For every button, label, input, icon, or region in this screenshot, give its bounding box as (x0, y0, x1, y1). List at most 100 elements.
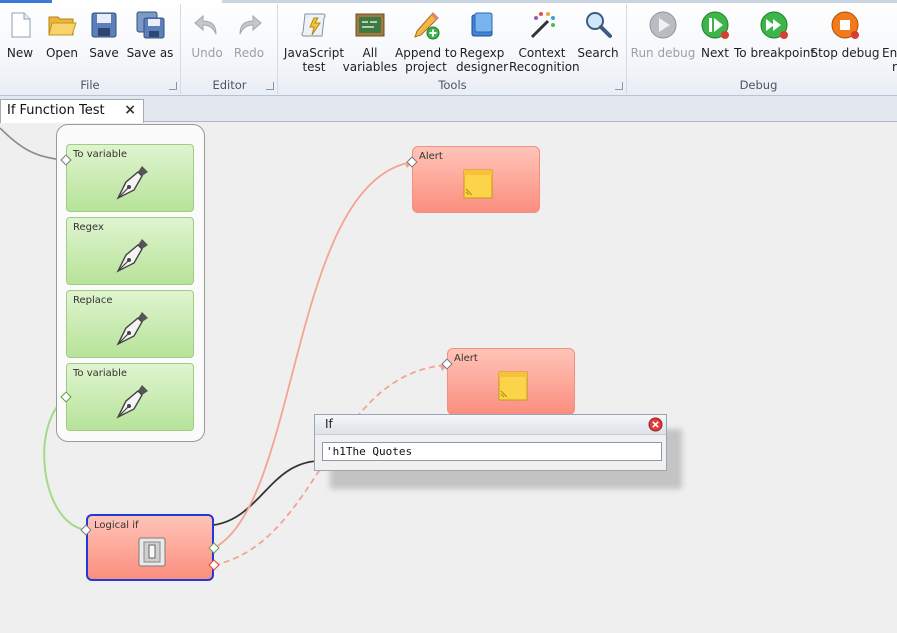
run-debug-button[interactable]: Run debug (631, 6, 695, 76)
node-title: Alert (454, 353, 478, 364)
run-debug-icon (649, 11, 677, 39)
context-label-line1: Context (518, 46, 566, 60)
to-breakpoint-button-label: To breakpoint (734, 46, 816, 60)
chalkboard-icon (355, 13, 385, 37)
wire-true-to-alert (213, 161, 413, 549)
new-document-icon (11, 12, 31, 38)
wire-to-if-dialog (213, 460, 319, 526)
redo-button[interactable]: Redo (232, 6, 266, 76)
save-as-button[interactable]: Save as (127, 6, 173, 76)
sticky-note-icon (463, 169, 493, 198)
pen-nib-icon (116, 239, 148, 273)
context-recognition-button[interactable]: Context Recognition (509, 6, 580, 76)
next-button-label: Next (701, 46, 729, 60)
ribbon-group-debug-label: Debug (739, 78, 778, 92)
tab-title: If Function Test (7, 103, 105, 118)
node-to-variable-1[interactable]: To variable (66, 144, 194, 212)
enter-label-line1: Ent (882, 46, 897, 60)
if-condition-dialog[interactable]: If 'h1The Quotes (314, 414, 667, 471)
ribbon-group-file: New Open Save Save as File (0, 4, 181, 94)
save-button[interactable]: Save (88, 6, 120, 76)
append-to-project-button[interactable]: Append to project (395, 6, 457, 76)
open-button[interactable]: Open (45, 6, 79, 76)
pencil-add-icon (414, 12, 440, 40)
save-button-label: Save (89, 46, 119, 60)
regexp-designer-button[interactable]: Regexp designer (456, 6, 508, 76)
ribbon-group-editor: Undo Redo Editor (182, 4, 278, 94)
enter-button-partial[interactable]: Ent r (880, 6, 897, 76)
regexp-label-line2: designer (455, 60, 509, 74)
context-label-line2: Recognition (509, 60, 580, 74)
regexp-label-line1: Regexp (459, 46, 505, 60)
workflow-canvas[interactable]: To variable Regex Replace To variable Lo… (0, 123, 897, 633)
regexp-designer-button-label: Regexp designer (453, 46, 511, 74)
append-label-line1: Append to (395, 46, 457, 60)
save-as-button-label: Save as (126, 46, 174, 60)
ribbon-group-file-label: File (80, 78, 100, 92)
node-logical-if[interactable]: Logical if (86, 514, 214, 581)
all-variables-button[interactable]: All variables (343, 6, 397, 76)
undo-button[interactable]: Undo (190, 6, 224, 76)
pen-nib-icon (116, 312, 148, 346)
stop-debug-button-label: Stop debug (810, 46, 880, 60)
node-to-variable-2[interactable]: To variable (66, 363, 194, 431)
run-debug-button-label: Run debug (630, 46, 696, 60)
if-dialog-header: If (315, 415, 666, 435)
ribbon-group-editor-label: Editor (212, 78, 247, 92)
stop-debug-button[interactable]: Stop debug (811, 6, 879, 76)
javascript-test-label-line1: JavaScript (283, 46, 345, 60)
blue-cube-icon (471, 12, 493, 37)
ribbon-group-tools-label: Tools (438, 78, 467, 92)
node-alert-1[interactable]: Alert (412, 146, 540, 213)
javascript-test-label-line2: test (302, 60, 326, 74)
ribbon-toolbar: New Open Save Save as File Undo Redo Edi… (0, 0, 897, 96)
node-title: Regex (73, 222, 104, 233)
new-button[interactable]: New (4, 6, 36, 76)
document-tab-strip: If Function Test × (0, 96, 897, 123)
ribbon-app-tab-indicator (0, 0, 52, 3)
node-regex[interactable]: Regex (66, 217, 194, 285)
javascript-test-button-label: JavaScript test (283, 46, 345, 74)
undo-arrow-icon (194, 14, 217, 35)
node-title: To variable (73, 368, 128, 379)
all-variables-button-label: All variables (341, 46, 399, 74)
next-button[interactable]: Next (698, 6, 732, 76)
fast-forward-icon (760, 11, 788, 39)
search-button-label: Search (577, 46, 619, 60)
tab-if-function-test[interactable]: If Function Test × (0, 99, 144, 123)
tab-close-icon[interactable]: × (124, 102, 136, 118)
magnifier-icon (586, 12, 612, 38)
tools-group-launcher-icon[interactable] (615, 82, 623, 90)
editor-group-launcher-icon[interactable] (266, 82, 274, 90)
append-label-line2: project (405, 60, 447, 74)
node-alert-2[interactable]: Alert (447, 348, 575, 415)
magic-wand-icon (530, 12, 555, 39)
floppy-disk-icon (91, 12, 117, 38)
javascript-test-button[interactable]: JavaScript test (284, 6, 344, 76)
enter-button-label: Ent r (882, 46, 897, 74)
if-condition-input[interactable]: 'h1The Quotes (322, 442, 662, 461)
folder-open-icon (48, 16, 77, 36)
step-next-icon (701, 11, 729, 39)
search-button[interactable]: Search (577, 6, 619, 76)
append-to-project-button-label: Append to project (395, 46, 457, 74)
sticky-note-icon (498, 371, 528, 400)
close-icon[interactable] (648, 417, 663, 432)
stop-debug-icon (831, 11, 859, 39)
node-title: Alert (419, 151, 443, 162)
node-title: Logical if (94, 520, 139, 531)
switch-toggle-icon (138, 537, 166, 566)
context-recognition-button-label: Context Recognition (509, 46, 580, 74)
redo-arrow-icon (239, 14, 262, 35)
script-scroll-icon (301, 13, 326, 37)
if-dialog-title: If (325, 417, 333, 431)
all-variables-label-line2: variables (342, 60, 398, 74)
file-group-launcher-icon[interactable] (169, 82, 177, 90)
node-title: To variable (73, 149, 128, 160)
node-title: Replace (73, 295, 113, 306)
ribbon-group-tools: JavaScript test All variables Append to … (279, 4, 627, 94)
to-breakpoint-button[interactable]: To breakpoint (734, 6, 815, 76)
node-replace[interactable]: Replace (66, 290, 194, 358)
ribbon-group-debug: Run debug Next To breakpoint Stop debug … (628, 4, 897, 94)
pen-nib-icon (116, 385, 148, 419)
